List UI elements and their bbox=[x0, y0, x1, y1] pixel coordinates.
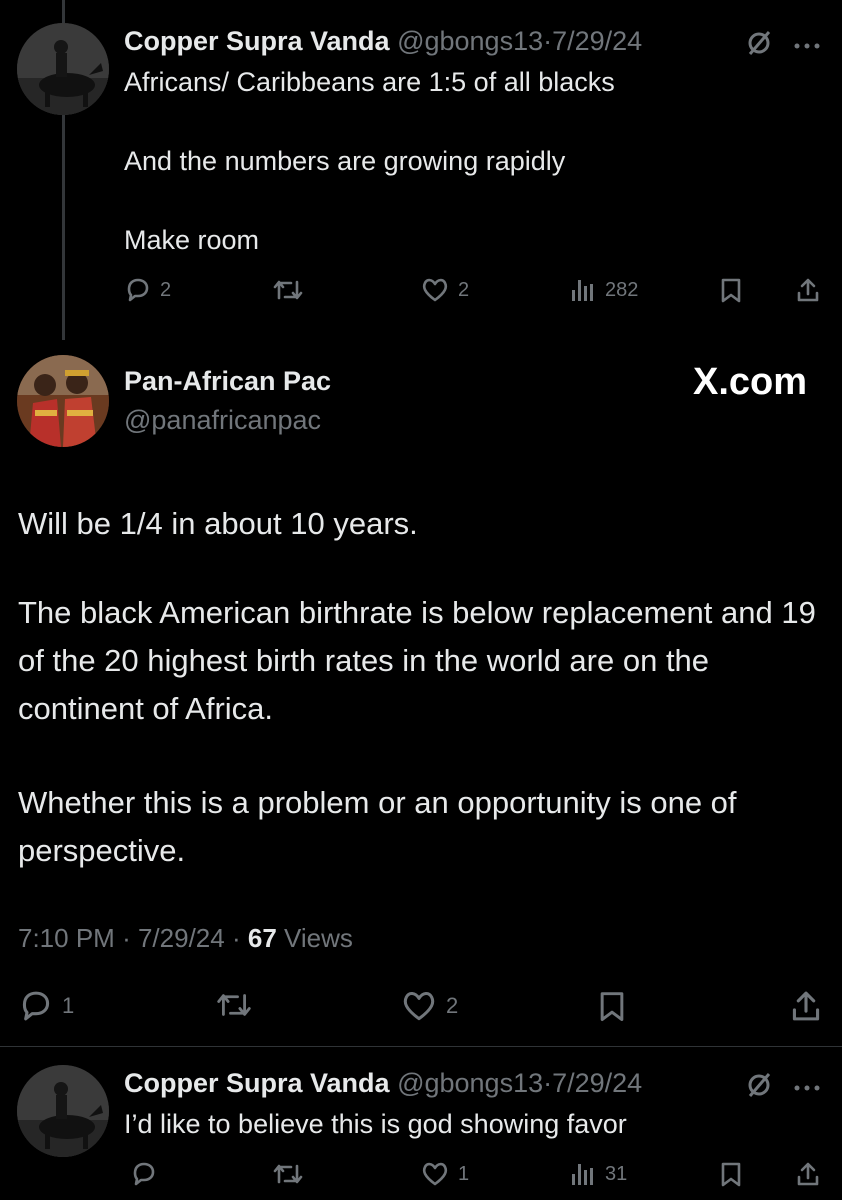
post-time[interactable]: 7:10 PM bbox=[18, 923, 115, 953]
share-icon bbox=[797, 1162, 819, 1186]
bookmark-button[interactable] bbox=[718, 276, 744, 304]
views-count: 67 bbox=[247, 923, 277, 953]
bookmark-icon bbox=[600, 992, 624, 1022]
main-post-paragraph-2: The black American birthrate is below re… bbox=[18, 595, 816, 726]
retweet-icon bbox=[273, 280, 303, 300]
view-count: 282 bbox=[605, 278, 639, 301]
view-count: 31 bbox=[605, 1162, 628, 1185]
separator: · bbox=[543, 1068, 553, 1098]
tweet1-line-1: Africans/ Caribbeans are 1:5 of all blac… bbox=[124, 67, 615, 97]
avatar-copper-supra-vanda[interactable] bbox=[17, 1065, 109, 1157]
like-count: 2 bbox=[458, 278, 470, 301]
muted-circle-icon[interactable] bbox=[744, 28, 774, 63]
share-icon bbox=[792, 991, 820, 1021]
avatar-copper-supra-vanda[interactable] bbox=[17, 23, 109, 115]
reply-icon bbox=[127, 278, 149, 302]
reply-button[interactable]: 1 bbox=[18, 988, 74, 1024]
views-icon bbox=[572, 1164, 593, 1185]
bookmark-icon bbox=[721, 278, 741, 303]
avatar-pan-african-pac[interactable] bbox=[17, 355, 109, 447]
views-icon bbox=[572, 280, 593, 301]
watermark-text: X.com bbox=[693, 361, 808, 403]
views-button[interactable]: 31 bbox=[569, 1160, 627, 1188]
bookmark-button[interactable] bbox=[718, 1160, 744, 1188]
like-button[interactable]: 2 bbox=[420, 276, 469, 304]
like-count: 1 bbox=[458, 1162, 470, 1185]
more-icon[interactable] bbox=[793, 1080, 823, 1098]
tweet1-line-2: And the numbers are growing rapidly bbox=[124, 146, 566, 176]
reply-count: 1 bbox=[62, 993, 75, 1018]
tweet3-text: I’d like to believe this is god showing … bbox=[124, 1109, 627, 1139]
share-button[interactable] bbox=[794, 276, 822, 304]
main-post-paragraph-1: Will be 1/4 in about 10 years. bbox=[18, 506, 418, 541]
divider bbox=[0, 1046, 842, 1047]
share-button[interactable] bbox=[788, 988, 824, 1024]
handle[interactable]: @gbongs13 bbox=[397, 1068, 543, 1098]
retweet-icon bbox=[217, 994, 251, 1016]
like-count: 2 bbox=[446, 993, 459, 1018]
display-name[interactable]: Copper Supra Vanda bbox=[124, 26, 390, 56]
tweet1-header: Copper Supra Vanda @gbongs13·7/29/24 bbox=[124, 26, 642, 57]
heart-icon bbox=[422, 278, 448, 302]
display-name[interactable]: Copper Supra Vanda bbox=[124, 1068, 390, 1098]
tweet3-header: Copper Supra Vanda @gbongs13·7/29/24 bbox=[124, 1068, 642, 1099]
reply-icon bbox=[22, 991, 50, 1021]
handle[interactable]: @panafricanpac bbox=[124, 405, 321, 436]
reply-button[interactable]: 2 bbox=[124, 276, 171, 304]
tweet1-line-3: Make room bbox=[124, 225, 260, 255]
reply-button[interactable] bbox=[130, 1160, 158, 1188]
x-logo: X.com bbox=[693, 361, 807, 404]
like-button[interactable]: 1 bbox=[420, 1160, 469, 1188]
retweet-button[interactable] bbox=[214, 988, 254, 1022]
heart-icon bbox=[403, 991, 435, 1021]
heart-icon bbox=[422, 1162, 448, 1186]
retweet-icon bbox=[273, 1164, 303, 1184]
retweet-button[interactable] bbox=[271, 276, 305, 304]
separator: · bbox=[231, 923, 241, 953]
share-icon bbox=[797, 278, 819, 302]
post-date[interactable]: 7/29/24 bbox=[552, 26, 642, 56]
like-button[interactable]: 2 bbox=[400, 988, 458, 1024]
more-icon[interactable] bbox=[793, 38, 823, 56]
main-post-paragraph-3: Whether this is a problem or an opportun… bbox=[18, 785, 737, 868]
display-name[interactable]: Pan-African Pac bbox=[124, 366, 331, 397]
views-label: Views bbox=[284, 923, 353, 953]
post-date[interactable]: 7/29/24 bbox=[552, 1068, 642, 1098]
separator: · bbox=[543, 26, 553, 56]
handle[interactable]: @gbongs13 bbox=[397, 26, 543, 56]
separator: · bbox=[122, 923, 131, 953]
post-date[interactable]: 7/29/24 bbox=[138, 923, 225, 953]
reply-count: 2 bbox=[160, 278, 172, 301]
share-button[interactable] bbox=[794, 1160, 822, 1188]
muted-circle-icon[interactable] bbox=[744, 1070, 774, 1105]
post-meta: 7:10 PM · 7/29/24 · 67 Views bbox=[18, 923, 353, 954]
retweet-button[interactable] bbox=[271, 1160, 305, 1188]
bookmark-icon bbox=[721, 1162, 741, 1187]
reply-icon bbox=[133, 1162, 155, 1186]
bookmark-button[interactable] bbox=[596, 988, 628, 1024]
views-button[interactable]: 282 bbox=[569, 276, 638, 304]
